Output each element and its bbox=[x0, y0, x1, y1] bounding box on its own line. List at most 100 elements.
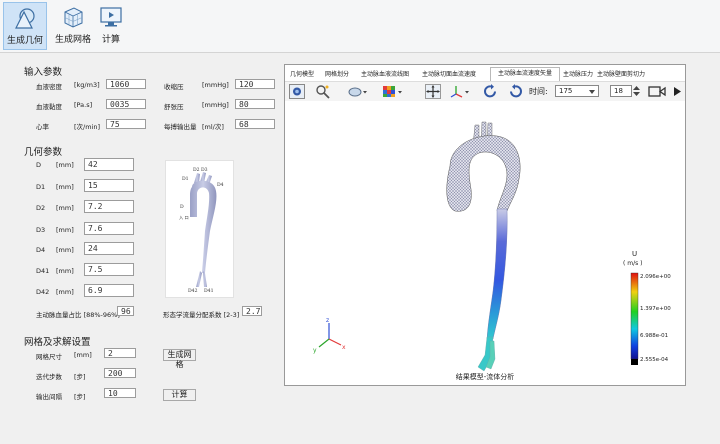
step-spinner-value: 18 bbox=[614, 87, 623, 95]
input-params-title: 输入参数 bbox=[24, 67, 63, 78]
heart-rate-label: 心率 bbox=[36, 123, 49, 131]
d41-input[interactable]: 7.5 bbox=[84, 263, 134, 276]
iterations-input[interactable]: 200 bbox=[104, 368, 136, 378]
flow-distribution-label: 形态学流量分配系数 [2-3] bbox=[163, 311, 240, 319]
iterations-unit: [步] bbox=[74, 373, 86, 381]
render-viewport[interactable]: z x y U ( m/s ) 2.096e+00 1.397e+00 6.98… bbox=[285, 101, 685, 385]
diastolic-input[interactable]: 80 bbox=[235, 99, 275, 109]
d3-label: D3 bbox=[36, 226, 46, 234]
output-interval-input[interactable]: 10 bbox=[104, 388, 136, 398]
generate-mesh-action-button[interactable]: 生成网格 bbox=[163, 349, 196, 369]
record-video-button[interactable] bbox=[647, 84, 667, 99]
camera-view-button[interactable] bbox=[289, 84, 305, 99]
d3-unit: [mm] bbox=[56, 226, 74, 234]
time-label: 时间: bbox=[529, 87, 548, 96]
time-select[interactable]: 175 bbox=[555, 85, 599, 97]
axis-orientation-button[interactable] bbox=[449, 84, 471, 99]
tab-pressure[interactable]: 主动脉压力 bbox=[563, 69, 593, 78]
axis-z-label: z bbox=[326, 317, 329, 324]
compute-action-button[interactable]: 计算 bbox=[163, 389, 196, 401]
heart-rate-unit: [次/min] bbox=[74, 123, 101, 131]
blood-density-unit: [kg/m3] bbox=[74, 81, 100, 89]
colorbar-gradient bbox=[630, 272, 639, 360]
mesh-size-unit: [mm] bbox=[74, 351, 92, 359]
diagram-label-d41: D41 bbox=[204, 288, 214, 294]
fit-view-button[interactable] bbox=[425, 84, 441, 99]
rotate-right-button[interactable] bbox=[507, 84, 523, 99]
d3-input[interactable]: 7.6 bbox=[84, 222, 134, 235]
tab-geometry-model[interactable]: 几何模型 bbox=[290, 69, 314, 78]
generate-geometry-button[interactable]: 生成几何 bbox=[3, 2, 47, 50]
systolic-unit: [mmHg] bbox=[202, 81, 229, 89]
play-arrow-icon bbox=[674, 87, 681, 96]
output-interval-label: 输出间隔 bbox=[36, 393, 62, 401]
rotate-left-button[interactable] bbox=[483, 84, 499, 99]
diagram-label-d3: D3 bbox=[201, 167, 208, 173]
d2-input[interactable]: 7.2 bbox=[84, 200, 134, 213]
d42-input[interactable]: 6.9 bbox=[84, 284, 134, 297]
axis-x-label: x bbox=[342, 344, 346, 351]
tab-velocity-vector[interactable]: 主动脉血流速度矢量 bbox=[490, 67, 560, 82]
compute-monitor-icon bbox=[100, 7, 122, 27]
ribbon-toolbar: 生成几何 生成网格 计算 bbox=[0, 0, 720, 53]
fit-view-icon bbox=[426, 85, 440, 98]
step-spinner-arrows[interactable] bbox=[633, 85, 640, 97]
colorbar-unit: ( m/s ) bbox=[623, 260, 643, 267]
blood-density-input[interactable]: 1060 bbox=[106, 79, 146, 89]
blood-viscosity-input[interactable]: 0035 bbox=[106, 99, 146, 109]
blood-viscosity-label: 血液黏度 bbox=[36, 103, 62, 111]
color-map-icon bbox=[383, 86, 402, 97]
time-select-value: 175 bbox=[559, 87, 573, 95]
zoom-button[interactable] bbox=[315, 84, 331, 99]
result-viewer: 几何模型 网格划分 主动脉血液流线图 主动脉切面血流速度 主动脉血流速度矢量 主… bbox=[284, 64, 686, 386]
flow-distribution-input[interactable]: 2.7 bbox=[242, 306, 262, 316]
generate-mesh-label: 生成网格 bbox=[54, 35, 91, 45]
camera-view-icon bbox=[293, 87, 301, 96]
display-style-button[interactable] bbox=[347, 84, 367, 99]
blood-density-label: 血液密度 bbox=[36, 83, 62, 91]
viewer-toolbar: 时间: 175 18 bbox=[285, 81, 685, 103]
diastolic-unit: [mmHg] bbox=[202, 101, 229, 109]
aortic-blood-ratio-input[interactable]: 96 bbox=[117, 306, 134, 316]
color-map-button[interactable] bbox=[382, 84, 402, 99]
video-camera-icon bbox=[648, 86, 666, 97]
diagram-label-d1: D1 bbox=[182, 176, 189, 182]
zoom-icon bbox=[316, 85, 330, 99]
colorbar-title: U bbox=[632, 250, 637, 258]
step-spinner[interactable]: 18 bbox=[610, 85, 632, 97]
generate-mesh-button[interactable]: 生成网格 bbox=[50, 2, 96, 50]
geometry-icon bbox=[15, 8, 35, 29]
diagram-label-d4: D4 bbox=[217, 182, 224, 188]
display-style-icon bbox=[348, 87, 367, 97]
toolbar-overflow-button[interactable] bbox=[671, 84, 683, 99]
mesh-cube-icon bbox=[64, 7, 83, 28]
d1-input[interactable]: 15 bbox=[84, 179, 134, 192]
d1-label: D1 bbox=[36, 183, 46, 191]
compute-button[interactable]: 计算 bbox=[97, 2, 125, 50]
blood-viscosity-unit: [Pa.s] bbox=[74, 101, 93, 109]
colorbar-bottom-swatch bbox=[631, 359, 638, 365]
tab-streamlines[interactable]: 主动脉血液流线图 bbox=[361, 69, 409, 78]
mesh-size-label: 网格尺寸 bbox=[36, 353, 62, 361]
mesh-size-input[interactable]: 2 bbox=[104, 348, 136, 358]
diagram-label-d42: D42 bbox=[188, 288, 198, 294]
d2-label: D2 bbox=[36, 204, 46, 212]
d4-input[interactable]: 24 bbox=[84, 242, 134, 255]
colorbar-tick-min: 2.555e-04 bbox=[640, 357, 669, 363]
tab-mesh[interactable]: 网格划分 bbox=[325, 69, 349, 78]
generate-geometry-label: 生成几何 bbox=[6, 36, 43, 46]
heart-rate-input[interactable]: 75 bbox=[106, 119, 146, 129]
diagram-label-d2: D2 bbox=[193, 167, 200, 173]
d-unit: [mm] bbox=[56, 161, 74, 169]
d41-unit: [mm] bbox=[56, 267, 74, 275]
axis-x-line bbox=[328, 338, 342, 346]
stroke-volume-input[interactable]: 68 bbox=[235, 119, 275, 129]
d-input[interactable]: 42 bbox=[84, 158, 134, 171]
tab-section-velocity[interactable]: 主动脉切面血流速度 bbox=[422, 69, 476, 78]
tab-wall-shear[interactable]: 主动脉壁面剪切力 bbox=[597, 69, 645, 78]
systolic-input[interactable]: 120 bbox=[235, 79, 275, 89]
axis-orientation-icon bbox=[450, 86, 469, 98]
d42-unit: [mm] bbox=[56, 288, 74, 296]
diagram-label-inlet: 入 口 bbox=[179, 215, 189, 220]
systolic-label: 收缩压 bbox=[164, 83, 184, 91]
